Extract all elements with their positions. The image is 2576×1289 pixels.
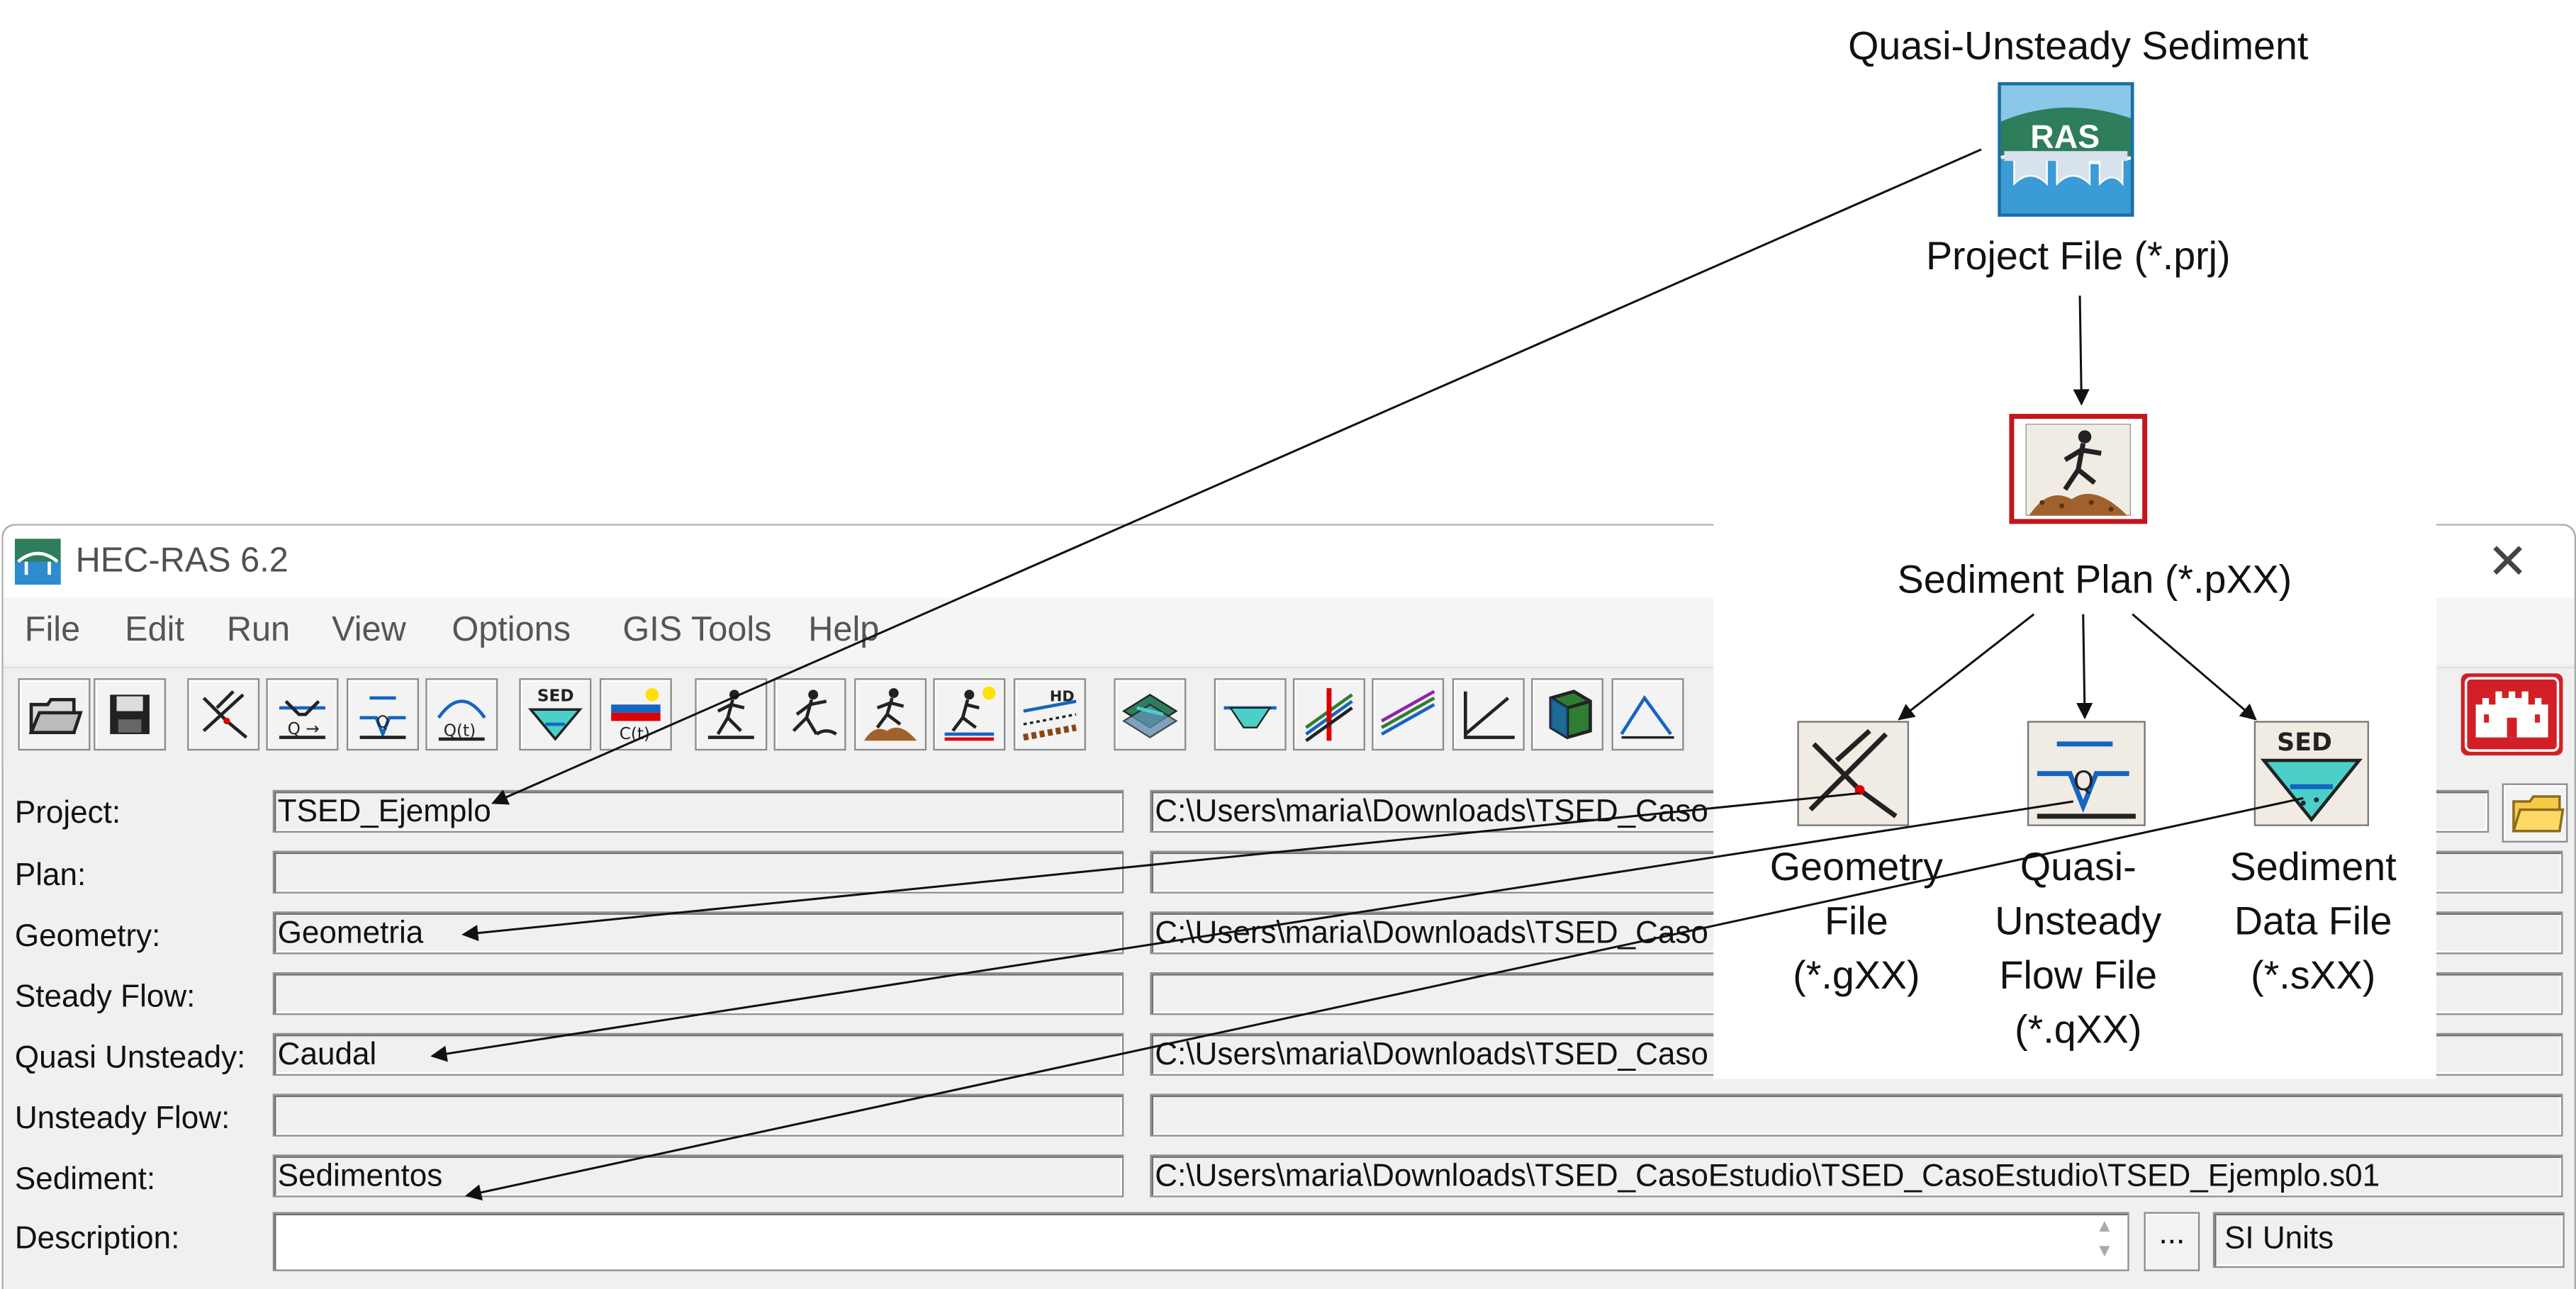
arrow-to-sediment-field xyxy=(464,797,2304,1201)
arrow-plan-to-geometry xyxy=(1898,613,2035,721)
arrow-plan-to-flow xyxy=(2076,614,2093,720)
arrow-to-project-field xyxy=(491,148,1982,805)
diagram-arrows xyxy=(430,148,2304,1201)
arrow-to-flow-field xyxy=(430,800,2074,1062)
arrow-to-geometry-field xyxy=(461,792,1860,942)
arrow-plan-to-sediment xyxy=(2132,613,2257,721)
arrow-project-to-plan xyxy=(2073,295,2090,406)
